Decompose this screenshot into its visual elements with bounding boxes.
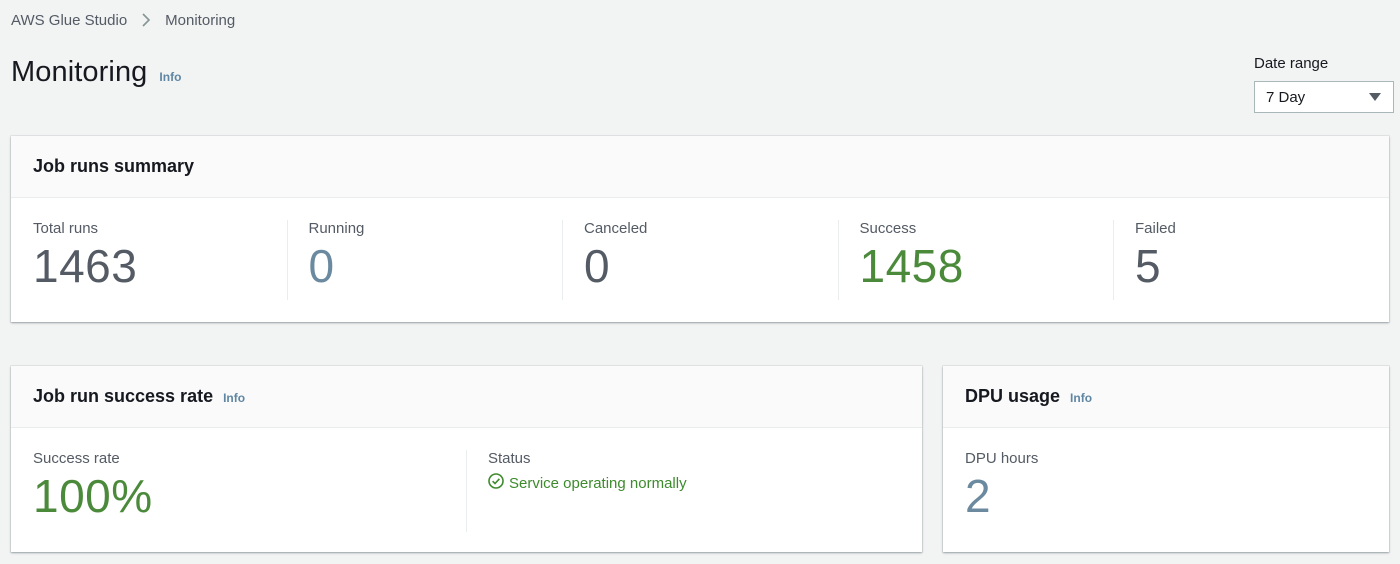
date-range-control: Date range 7 Day (1254, 55, 1394, 113)
job-runs-summary-header: Job runs summary (11, 136, 1389, 198)
dpu-usage-info-link[interactable]: Info (1070, 391, 1092, 405)
breadcrumb-current: Monitoring (165, 11, 236, 29)
chevron-right-icon (141, 11, 153, 29)
success-rate-metric: Success rate 100% (11, 450, 466, 532)
success-rate-title: Job run success rate (33, 386, 214, 406)
metric-running: Running 0 (286, 220, 563, 300)
metric-value: 0 (308, 240, 335, 292)
success-rate-header: Job run success rate Info (11, 366, 922, 428)
date-range-select[interactable]: 7 Day (1254, 81, 1394, 113)
success-rate-value: 100% (33, 470, 153, 522)
date-range-selected-value: 7 Day (1266, 88, 1306, 106)
dpu-usage-card: DPU usage Info DPU hours 2 (943, 366, 1389, 552)
metric-label: Failed (1135, 220, 1176, 237)
success-rate-label: Success rate (33, 450, 120, 467)
page-info-link[interactable]: Info (159, 70, 181, 84)
job-runs-summary-title: Job runs summary (33, 156, 195, 176)
dpu-usage-title: DPU usage (965, 386, 1061, 406)
dpu-hours-label: DPU hours (965, 450, 1039, 467)
status-text: Service operating normally (509, 474, 687, 492)
metric-label: Running (308, 220, 365, 237)
status-label: Status (488, 450, 531, 467)
check-circle-icon (488, 473, 509, 493)
page-header: Monitoring Info (11, 56, 181, 89)
breadcrumb: AWS Glue Studio Monitoring (11, 11, 235, 29)
metric-total-runs: Total runs 1463 (11, 220, 287, 298)
metric-value: 5 (1135, 240, 1162, 292)
job-runs-summary-metrics: Total runs 1463 Running 0 Canceled 0 Suc… (11, 198, 1389, 322)
metric-value: 1458 (859, 240, 964, 292)
metric-label: Canceled (584, 220, 648, 237)
breadcrumb-link-glue-studio[interactable]: AWS Glue Studio (11, 12, 127, 29)
metric-failed: Failed 5 (1113, 220, 1389, 300)
dpu-usage-body: DPU hours 2 (943, 428, 1389, 519)
metric-label: Total runs (33, 220, 99, 237)
success-rate-body: Success rate 100% Status Service operati… (11, 428, 922, 532)
metric-label: Success (859, 220, 917, 237)
date-range-label: Date range (1254, 55, 1329, 72)
job-run-success-rate-card: Job run success rate Info Success rate 1… (11, 366, 922, 552)
status-indicator: Service operating normally (488, 473, 921, 493)
service-status: Status Service operating normally (466, 450, 921, 532)
metric-value: 1463 (33, 240, 138, 292)
job-runs-summary-card: Job runs summary Total runs 1463 Running… (11, 136, 1389, 322)
dpu-usage-header: DPU usage Info (943, 366, 1389, 428)
metric-value: 0 (584, 240, 611, 292)
metric-success: Success 1458 (837, 220, 1114, 300)
caret-down-icon (1369, 89, 1381, 106)
metric-canceled: Canceled 0 (562, 220, 838, 300)
page-title: Monitoring (11, 56, 148, 88)
success-rate-info-link[interactable]: Info (223, 391, 245, 405)
dpu-hours-value: 2 (965, 470, 992, 522)
